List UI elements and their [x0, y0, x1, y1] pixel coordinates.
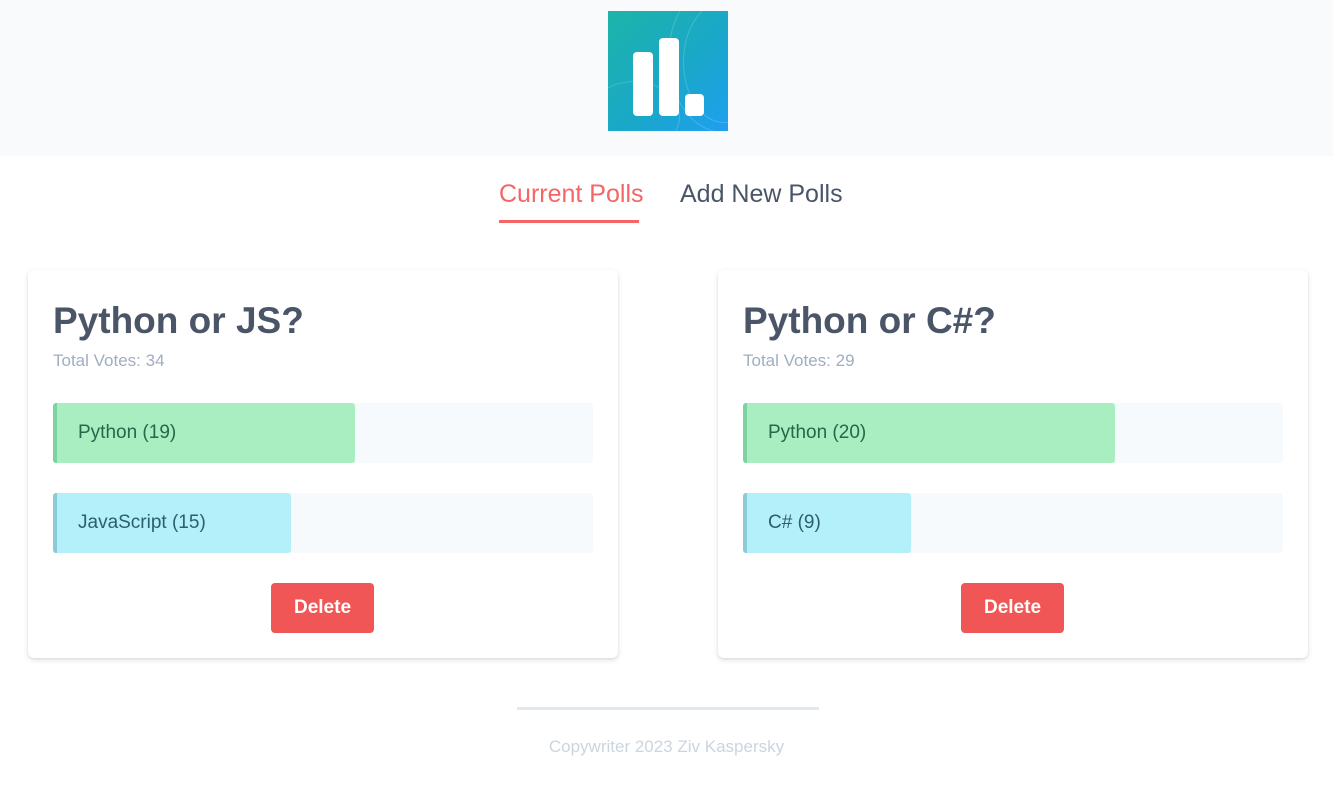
- poll-option-python[interactable]: Python (20): [743, 403, 1283, 463]
- poll-total-votes: Total Votes: 34: [53, 351, 165, 370]
- poll-card: Python or JS? Total Votes: 34 Python (19…: [28, 270, 618, 658]
- poll-option-javascript[interactable]: JavaScript (15): [53, 493, 593, 553]
- tab-current-polls[interactable]: Current Polls: [499, 176, 644, 223]
- logo-bar: [685, 94, 704, 116]
- header: [0, 0, 1333, 156]
- poll-option-label: Python (19): [78, 422, 177, 443]
- poll-option-label: C# (9): [768, 512, 821, 533]
- logo-bar: [633, 52, 653, 116]
- nav-tabs: Current Polls Add New Polls: [0, 176, 1333, 226]
- poll-option-label: Python (20): [768, 422, 867, 443]
- poll-card: Python or C#? Total Votes: 29 Python (20…: [718, 270, 1308, 658]
- poll-option-csharp[interactable]: C# (9): [743, 493, 1283, 553]
- delete-button[interactable]: Delete: [271, 583, 374, 633]
- delete-button[interactable]: Delete: [961, 583, 1064, 633]
- tab-add-new-polls[interactable]: Add New Polls: [680, 176, 843, 220]
- poll-question: Python or C#?: [743, 300, 996, 341]
- poll-question: Python or JS?: [53, 300, 304, 341]
- logo-bar: [659, 38, 679, 116]
- poll-total-votes: Total Votes: 29: [743, 351, 855, 370]
- footer-divider: [517, 707, 819, 710]
- poll-option-label: JavaScript (15): [78, 512, 206, 533]
- poll-option-python[interactable]: Python (19): [53, 403, 593, 463]
- footer-copyright: Copywriter 2023 Ziv Kaspersky: [548, 737, 785, 756]
- bar-chart-logo-icon[interactable]: [608, 11, 728, 131]
